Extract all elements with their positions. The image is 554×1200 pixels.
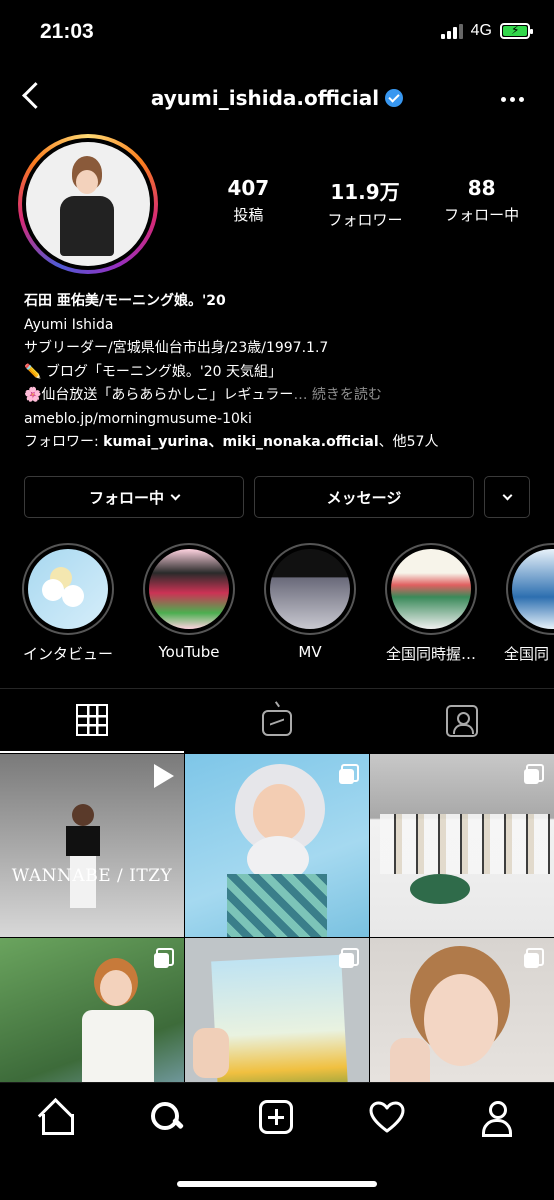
highlight-item[interactable]: 全国同時握… — [383, 543, 479, 664]
highlight-item[interactable]: 全国同 — [504, 543, 554, 664]
video-play-icon — [154, 764, 174, 788]
highlight-label: YouTube — [158, 643, 220, 661]
home-icon — [38, 1100, 74, 1135]
profile-stats: 407 投稿 11.9万 フォロワー 88 フォロー中 — [190, 176, 540, 230]
stat-label: フォロワー — [327, 211, 403, 229]
stat-posts[interactable]: 407 投稿 — [190, 176, 307, 230]
highlight-item[interactable]: インタビュー — [20, 543, 116, 664]
stat-value: 407 — [227, 176, 270, 200]
tab-posts-grid[interactable] — [0, 689, 184, 753]
stat-value: 88 — [467, 176, 496, 200]
story-highlights: インタビュー YouTube MV 全国同時握… 全国同 — [0, 543, 554, 673]
stat-following[interactable]: 88 フォロー中 — [423, 176, 540, 230]
followed-by-suffix: 、他57人 — [378, 434, 439, 450]
post-thumbnail[interactable] — [185, 754, 369, 937]
highlight-label: 全国同 — [504, 645, 550, 663]
nav-new-post[interactable] — [246, 1097, 306, 1137]
post-thumbnail[interactable]: WANNABE / ITZY — [0, 754, 184, 937]
search-icon — [149, 1100, 183, 1134]
avatar — [26, 142, 150, 266]
profile-tabs — [0, 688, 554, 753]
nav-search[interactable] — [136, 1097, 196, 1137]
tab-tagged[interactable] — [370, 689, 554, 753]
highlight-item[interactable]: MV — [262, 543, 358, 661]
profile-bio: 石田 亜佑美/モーニング娘。'20 Ayumi Ishida サブリーダー/宮城… — [24, 290, 534, 455]
chevron-down-icon — [502, 490, 512, 500]
igtv-icon — [262, 710, 292, 736]
highlight-item[interactable]: YouTube — [141, 543, 237, 661]
network-type: 4G — [470, 22, 492, 39]
carousel-icon — [339, 764, 359, 784]
profile-header-bar: ayumi_ishida.official — [0, 72, 554, 124]
profile-icon — [481, 1100, 513, 1137]
tab-igtv[interactable] — [185, 689, 369, 753]
following-button-label: フォロー中 — [88, 488, 164, 507]
carousel-icon — [339, 948, 359, 968]
bio-line: ✏️ ブログ「モーニング娘。'20 天気組」 — [24, 363, 282, 380]
nav-profile[interactable] — [467, 1097, 527, 1137]
stat-label: フォロー中 — [444, 206, 520, 224]
post-overlay-text: WANNABE / ITZY — [11, 866, 173, 886]
nav-home[interactable] — [25, 1097, 85, 1137]
avatar-story-ring[interactable] — [18, 134, 158, 274]
carousel-icon — [524, 764, 544, 784]
stat-followers[interactable]: 11.9万 フォロワー — [307, 176, 424, 230]
suggested-accounts-button[interactable] — [484, 476, 530, 518]
post-thumbnail[interactable] — [370, 754, 554, 937]
bio-line: サブリーダー/宮城県仙台市出身/23歳/1997.1.7 — [24, 340, 329, 356]
signal-icon — [440, 23, 463, 39]
carousel-icon — [524, 948, 544, 968]
verified-badge-icon — [385, 89, 404, 107]
read-more-link[interactable]: … 続きを読む — [293, 387, 381, 403]
nav-activity[interactable] — [357, 1097, 417, 1137]
bio-website-link[interactable]: ameblo.jp/morningmusume-10ki — [24, 408, 534, 432]
status-time: 21:03 — [40, 20, 94, 43]
carousel-icon — [154, 948, 174, 968]
followed-by-names: kumai_yurina、miki_nonaka.official — [103, 434, 379, 450]
bio-line: 🌸仙台放送「あらあらかしこ」レギュラー… 続きを読む — [24, 384, 534, 408]
message-button[interactable]: メッセージ — [254, 476, 474, 518]
battery-icon: ⚡ — [500, 23, 533, 39]
username-text: ayumi_ishida.official — [150, 86, 380, 110]
stat-label: 投稿 — [233, 206, 264, 224]
more-options-icon[interactable] — [501, 97, 524, 102]
followed-by[interactable]: フォロワー: kumai_yurina、miki_nonaka.official… — [24, 431, 534, 455]
bio-line: Ayumi Ishida — [24, 316, 114, 333]
followed-by-prefix: フォロワー: — [24, 434, 104, 450]
chevron-down-icon — [170, 490, 181, 500]
status-right: 4G ⚡ — [440, 22, 533, 40]
highlight-label: インタビュー — [22, 645, 113, 663]
stat-value: 11.9万 — [330, 180, 400, 204]
highlight-label: MV — [298, 643, 322, 661]
status-bar: 21:03 4G ⚡ — [0, 0, 554, 60]
bio-line-text: 🌸仙台放送「あらあらかしこ」レギュラー — [24, 387, 294, 403]
home-indicator — [177, 1181, 377, 1187]
heart-icon — [369, 1101, 405, 1133]
add-post-icon — [259, 1100, 293, 1134]
grid-icon — [76, 704, 108, 736]
profile-action-buttons: フォロー中 メッセージ — [24, 476, 530, 518]
highlight-label: 全国同時握… — [385, 645, 476, 663]
bio-name: 石田 亜佑美/モーニング娘。'20 — [24, 293, 226, 309]
tagged-user-icon — [446, 705, 478, 737]
following-button[interactable]: フォロー中 — [24, 476, 244, 518]
profile-username: ayumi_ishida.official — [0, 86, 554, 110]
